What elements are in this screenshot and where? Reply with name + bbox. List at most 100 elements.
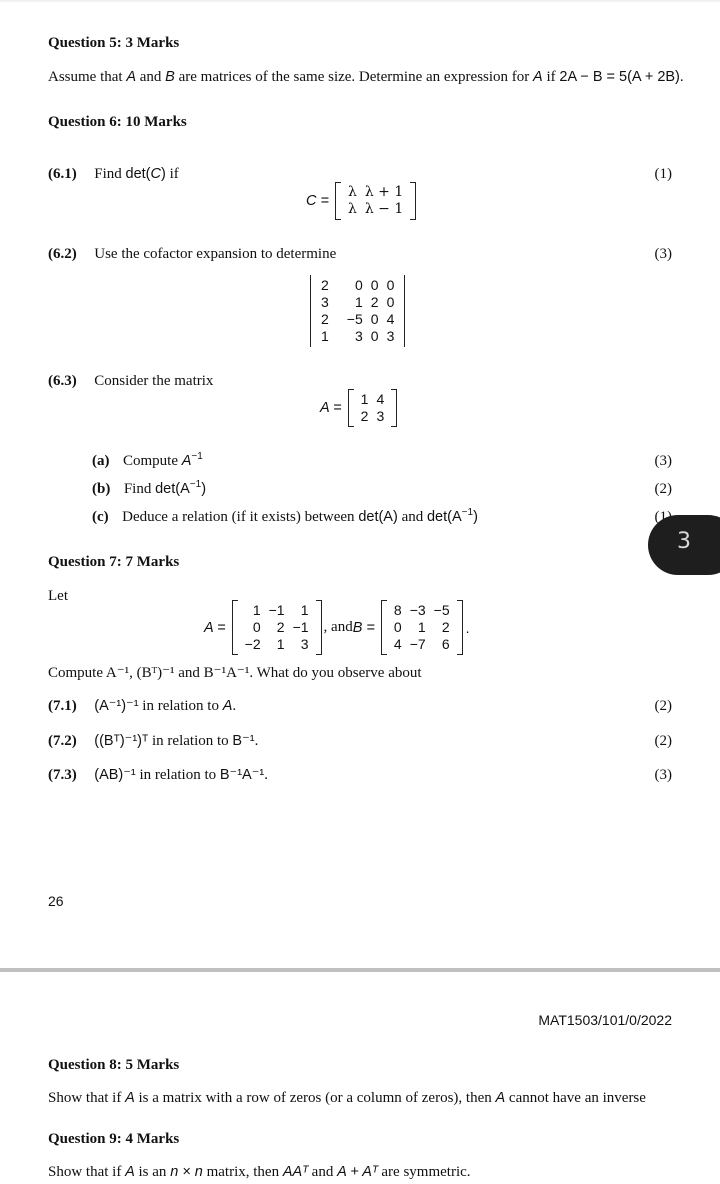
subpart-label: (c) bbox=[92, 509, 109, 525]
text-segment: Compute A⁻¹, (Bᵀ)⁻¹ and B⁻¹A⁻¹. What do … bbox=[48, 665, 422, 681]
text-segment: cannot have an inverse bbox=[505, 1090, 646, 1106]
page-indicator-badge[interactable]: 3 bbox=[648, 515, 720, 575]
math-expr: det(A bbox=[155, 481, 190, 497]
part-6-2-marks: (3) bbox=[654, 246, 673, 262]
matrix-cell: 4 bbox=[393, 636, 402, 652]
let-text: Let bbox=[48, 588, 68, 604]
text-segment: is a matrix with a row of zeros (or a co… bbox=[134, 1090, 496, 1106]
question-5-marks: : 3 Marks bbox=[116, 35, 180, 51]
math-var: B bbox=[165, 69, 175, 85]
matrix-cell: 3 bbox=[354, 328, 363, 344]
matrix-cell: −2 bbox=[244, 636, 261, 652]
matrix-cell: 0 bbox=[252, 619, 261, 635]
text-segment: in relation to bbox=[148, 733, 233, 749]
page-divider bbox=[0, 968, 720, 972]
text-segment: Consider the matrix bbox=[94, 373, 214, 389]
matrix-body: λ λ + 1 λ λ − 1 bbox=[334, 182, 417, 220]
matrix-cell: −5 bbox=[346, 311, 363, 327]
text-segment: . bbox=[679, 69, 684, 85]
text-segment: are symmetric. bbox=[377, 1164, 471, 1180]
matrix-cell: 2 bbox=[321, 311, 329, 327]
question-5-text: Assume that A and B are matrices of the … bbox=[48, 69, 684, 86]
math-paren: ) bbox=[473, 509, 478, 525]
matrix-cell: 1 bbox=[354, 294, 363, 310]
matrix-c: C = λ λ + 1 λ λ − 1 bbox=[306, 182, 417, 220]
matrix-body: 1 −1 1 0 2 −1 −2 1 3 bbox=[231, 600, 322, 655]
text-segment: Use the cofactor expansion to determine bbox=[94, 246, 337, 262]
text-segment: Find bbox=[123, 481, 156, 497]
matrix-cell: 4 bbox=[376, 391, 385, 407]
matrix-cell: 3 bbox=[376, 408, 385, 424]
matrix-cell: 4 bbox=[386, 311, 395, 327]
math-det: det( bbox=[125, 166, 151, 182]
matrix-body: 1423 bbox=[347, 389, 398, 427]
matrix-cell: 0 bbox=[354, 277, 363, 293]
math-var: A bbox=[181, 453, 192, 469]
math-expr: ((Bᵀ)⁻¹)ᵀ bbox=[94, 733, 149, 749]
page-indicator-number: 3 bbox=[677, 529, 691, 554]
part-6-1: (6.1) Find det(C) if bbox=[48, 166, 179, 183]
math-paren: ) bbox=[201, 481, 207, 497]
matrix-cell: 2 bbox=[276, 619, 285, 635]
matrix-cell: λ − 1 bbox=[364, 201, 404, 217]
matrix-cell: 2 bbox=[370, 294, 379, 310]
question-9-label: Question 9 bbox=[48, 1131, 117, 1147]
equation: 2A − B = 5(A + 2B) bbox=[559, 69, 680, 85]
part-6-3: (6.3) Consider the matrix bbox=[48, 373, 213, 390]
matrix-cell: 2 bbox=[441, 619, 450, 635]
question-6-label: Question 6 bbox=[48, 114, 117, 130]
matrix-cell: 6 bbox=[441, 636, 450, 652]
matrix-cell: 3 bbox=[321, 294, 329, 310]
text-segment: . bbox=[254, 733, 259, 749]
matrix-cell: 0 bbox=[370, 311, 379, 327]
part-6-3-b: (b) Find det(A−1) bbox=[92, 480, 207, 498]
math-expr: det(A) bbox=[358, 509, 398, 525]
matrix-body: 2 0 0 0 3 1 2 0 2 −5 0 4 1 3 0 3 bbox=[308, 275, 407, 347]
matrix-label: B = bbox=[352, 619, 375, 636]
top-edge-shadow bbox=[0, 0, 720, 3]
matrix-cell: −5 bbox=[433, 602, 450, 618]
part-7-3: (7.3) (AB)⁻¹ in relation to B⁻¹A⁻¹. bbox=[48, 767, 268, 784]
math-var: A bbox=[125, 1164, 135, 1180]
math-expr: det(A bbox=[426, 509, 462, 525]
part-7-1: (7.1) (A⁻¹)⁻¹ in relation to A. bbox=[48, 698, 236, 715]
part-7-3-marks: (3) bbox=[654, 767, 673, 783]
matrix-cell: 8 bbox=[393, 602, 402, 618]
matrix-cell: 2 bbox=[360, 408, 369, 424]
text-segment: Deduce a relation (if it exists) between bbox=[122, 509, 359, 525]
math-var: A bbox=[495, 1090, 506, 1106]
matrix-cell: 1 bbox=[276, 636, 285, 652]
text-segment: Show that if bbox=[48, 1164, 126, 1180]
part-7-1-marks: (2) bbox=[654, 698, 673, 714]
compute-instruction: Compute A⁻¹, (Bᵀ)⁻¹ and B⁻¹A⁻¹. What do … bbox=[48, 663, 422, 682]
page-header-code: MAT1503/101/0/2022 bbox=[538, 1012, 672, 1028]
subpart-label: (a) bbox=[92, 453, 110, 469]
matrix-cell: 3 bbox=[386, 328, 395, 344]
matrix-cell: 0 bbox=[386, 277, 395, 293]
matrix-cell: 1 bbox=[360, 391, 369, 407]
text-segment: . bbox=[264, 767, 268, 783]
part-6-1-marks: (1) bbox=[654, 166, 673, 182]
part-6-3-c: (c) Deduce a relation (if it exists) bet… bbox=[92, 508, 478, 526]
part-number: (6.2) bbox=[48, 246, 77, 262]
matrix-cell: 2 bbox=[321, 277, 329, 293]
matrix-cell: 1 bbox=[300, 602, 309, 618]
part-number: (6.3) bbox=[48, 373, 77, 389]
matrix-label: A = bbox=[320, 400, 342, 416]
question-8-title: Question 8: 5 Marks bbox=[48, 1057, 179, 1074]
question-8-marks: : 5 Marks bbox=[116, 1057, 180, 1073]
subpart-label: (b) bbox=[92, 481, 111, 497]
question-8-text: Show that if A is a matrix with a row of… bbox=[48, 1090, 646, 1107]
text-segment: Find bbox=[94, 166, 126, 182]
text-segment: matrix, then bbox=[202, 1164, 283, 1180]
math-expr: B⁻¹A⁻¹ bbox=[219, 767, 265, 783]
question-6-title: Question 6: 10 Marks bbox=[48, 114, 187, 131]
matrix-cell: −1 bbox=[292, 619, 309, 635]
question-9-title: Question 9: 4 Marks bbox=[48, 1131, 179, 1148]
question-7-label: Question 7 bbox=[48, 554, 117, 570]
part-7-2: (7.2) ((Bᵀ)⁻¹)ᵀ in relation to B⁻¹. bbox=[48, 733, 258, 750]
question-9-marks: : 4 Marks bbox=[116, 1131, 180, 1147]
matrix-cell: 0 bbox=[386, 294, 395, 310]
matrix-label: C = bbox=[306, 193, 329, 209]
math-expr: (AB)⁻¹ bbox=[94, 767, 136, 783]
